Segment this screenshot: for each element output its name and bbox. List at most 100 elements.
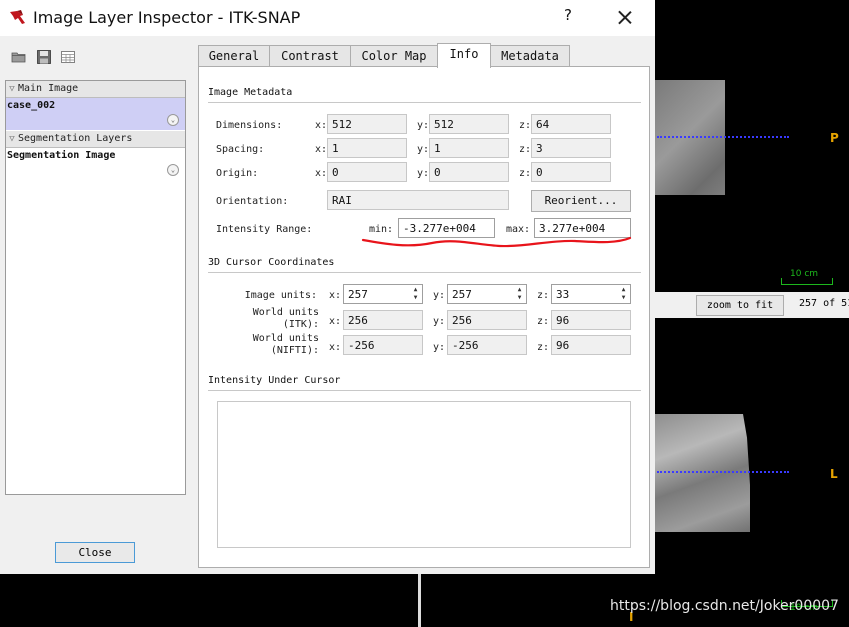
z-axis-label: z: (519, 144, 532, 155)
spacing-x-field: 1 (327, 138, 407, 158)
title-bar[interactable]: Image Layer Inspector - ITK-SNAP ? (0, 0, 655, 36)
section-divider (208, 272, 641, 273)
tab-color-map[interactable]: Color Map (350, 45, 438, 66)
section-divider (208, 390, 641, 391)
chevron-down-icon[interactable]: ⌄ (167, 114, 179, 126)
y-axis-label: y: (417, 120, 430, 131)
close-button[interactable]: Close (55, 542, 135, 563)
z-axis-label: z: (537, 290, 550, 301)
tab-info[interactable]: Info (437, 43, 491, 68)
watermark-text: https://blog.csdn.net/Joker00007 (610, 598, 839, 614)
world-itk-z-field: 96 (551, 310, 631, 330)
group-label: Main Image (18, 83, 79, 94)
origin-label: Origin: (216, 168, 259, 179)
spin-arrows-icon[interactable]: ▲ ▼ (618, 286, 629, 302)
reorient-button[interactable]: Reorient... (531, 190, 631, 212)
close-window-icon[interactable] (612, 6, 638, 30)
x-axis-label: x: (315, 120, 328, 131)
layer-item-label: Segmentation Image (7, 150, 116, 161)
x-axis-label: x: (329, 290, 342, 301)
intensity-range-label: Intensity Range: (216, 224, 313, 235)
orientation-l-label: L (830, 467, 838, 481)
dimensions-z-field: 64 (531, 114, 611, 134)
spacing-z-field: 3 (531, 138, 611, 158)
layer-item-main-image[interactable]: case_002 ⌄ (6, 98, 185, 130)
group-label: Segmentation Layers (18, 133, 133, 144)
viewer-toolbar: zoom to fit 257 of 512 (655, 292, 849, 318)
x-axis-label: x: (329, 316, 342, 327)
y-axis-label: y: (417, 168, 430, 179)
ct-slice-bottom (655, 414, 750, 532)
chevron-down-icon[interactable]: ⌄ (167, 164, 179, 176)
segmentation-group-header[interactable]: ▽ Segmentation Layers (6, 131, 185, 148)
layer-item-label: case_002 (7, 100, 56, 111)
y-axis-label: y: (433, 342, 446, 353)
window-title: Image Layer Inspector - ITK-SNAP (33, 8, 301, 27)
image-metadata-header: Image Metadata (208, 87, 293, 98)
spin-arrows-icon[interactable]: ▲ ▼ (410, 286, 421, 302)
z-axis-label: z: (537, 342, 550, 353)
origin-x-field: 0 (327, 162, 407, 182)
world-itk-label-line2: (ITK): (282, 319, 319, 330)
crosshair-bottom (657, 471, 789, 473)
orientation-label: Orientation: (216, 196, 289, 207)
dimensions-label: Dimensions: (216, 120, 283, 131)
crosshair-top (657, 136, 789, 138)
scale-bar-top (781, 278, 833, 285)
z-axis-label: z: (537, 316, 550, 327)
world-itk-label-line1: World units (252, 307, 319, 318)
orientation-field: RAI (327, 190, 509, 210)
y-axis-label: y: (433, 290, 446, 301)
dimensions-x-field: 512 (327, 114, 407, 134)
x-axis-label: x: (329, 342, 342, 353)
spinbox-value: 257 (348, 288, 368, 301)
itk-snap-app-icon (10, 10, 25, 24)
main-image-group-header[interactable]: ▽ Main Image (6, 81, 185, 98)
zoom-to-fit-button[interactable]: zoom to fit (696, 295, 784, 316)
spacing-label: Spacing: (216, 144, 265, 155)
viewer-divider (418, 574, 421, 627)
y-axis-label: y: (417, 144, 430, 155)
world-nifti-z-field: 96 (551, 335, 631, 355)
cursor-coordinates-header: 3D Cursor Coordinates (208, 257, 335, 268)
collapse-triangle-icon: ▽ (9, 134, 15, 144)
intensity-under-cursor-header: Intensity Under Cursor (208, 375, 341, 386)
orientation-p-label: P (830, 131, 839, 145)
x-axis-label: x: (315, 144, 328, 155)
image-units-label: Image units: (244, 290, 317, 301)
layout-grid-icon[interactable] (60, 49, 76, 65)
world-nifti-x-field: -256 (343, 335, 423, 355)
world-itk-x-field: 256 (343, 310, 423, 330)
spinbox-value: 257 (452, 288, 472, 301)
section-divider (208, 102, 641, 103)
origin-y-field: 0 (429, 162, 509, 182)
image-units-y-spinbox[interactable]: 257 ▲ ▼ (447, 284, 527, 304)
tab-general[interactable]: General (198, 45, 270, 66)
world-nifti-y-field: -256 (447, 335, 527, 355)
world-nifti-label-line1: World units (252, 333, 319, 344)
collapse-triangle-icon: ▽ (9, 84, 15, 94)
slice-position-label: 257 of 512 (799, 298, 849, 309)
tab-contrast[interactable]: Contrast (269, 45, 351, 66)
image-units-x-spinbox[interactable]: 257 ▲ ▼ (343, 284, 423, 304)
intensity-under-cursor-table[interactable] (217, 401, 631, 548)
layer-item-segmentation[interactable]: Segmentation Image ⌄ (6, 148, 185, 180)
help-button[interactable]: ? (558, 6, 578, 28)
open-folder-icon[interactable] (11, 49, 27, 65)
layer-list: ▽ Main Image case_002 ⌄ ▽ Segmentation Lay… (5, 80, 186, 495)
image-units-z-spinbox[interactable]: 33 ▲ ▼ (551, 284, 631, 304)
tab-metadata[interactable]: Metadata (490, 45, 570, 66)
scale-label-top: 10 cm (790, 269, 819, 279)
dimensions-y-field: 512 (429, 114, 509, 134)
x-axis-label: x: (315, 168, 328, 179)
z-axis-label: z: (519, 168, 532, 179)
image-layer-inspector-dialog: Image Layer Inspector - ITK-SNAP ? ▽ Main… (0, 0, 655, 574)
spinbox-value: 33 (556, 288, 570, 301)
save-icon[interactable] (36, 49, 52, 65)
world-itk-y-field: 256 (447, 310, 527, 330)
world-nifti-label-line2: (NIFTI): (270, 345, 319, 356)
spin-arrows-icon[interactable]: ▲ ▼ (514, 286, 525, 302)
spacing-y-field: 1 (429, 138, 509, 158)
origin-z-field: 0 (531, 162, 611, 182)
y-axis-label: y: (433, 316, 446, 327)
